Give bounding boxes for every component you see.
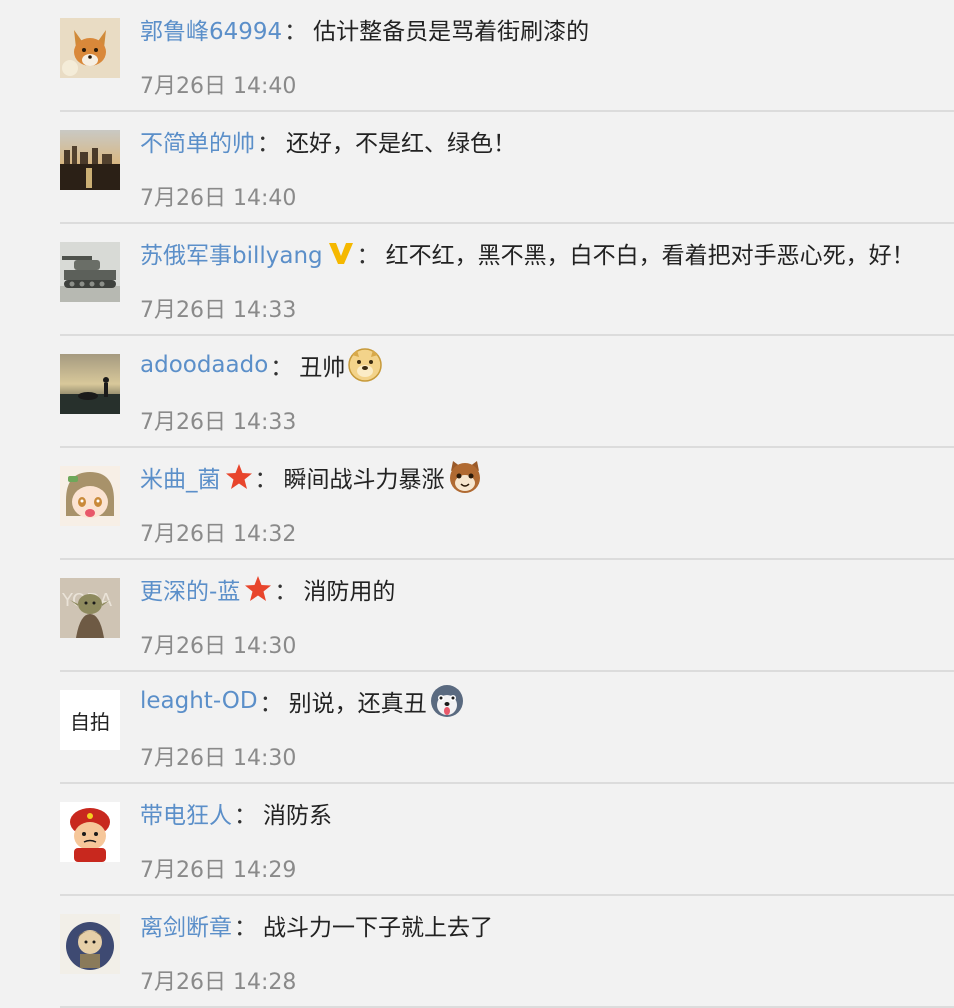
fox-avatar-icon	[60, 18, 120, 78]
comment-timestamp: 7月26日 14:33	[140, 410, 297, 435]
comment-item: 离剑断章 ： 战斗力一下子就上去了 7月26日 14:28	[0, 896, 954, 1008]
user-avatar[interactable]: YODA	[60, 578, 120, 638]
comment-text: 消防用的	[303, 579, 396, 605]
comment-item: 自拍 leaght-OD ： 别说，还真丑 7月26日 14:30	[0, 672, 954, 784]
comment-list: 郭鲁峰64994 ： 估计整备员是骂着街刷漆的 7月26日 14:40 不简单的…	[0, 0, 954, 1008]
comment-item: 米曲_菌 ： 瞬间战斗力暴涨 7月26日 14:32	[0, 448, 954, 560]
user-avatar[interactable]	[60, 914, 120, 974]
username-link[interactable]: 更深的-蓝	[140, 572, 240, 606]
username-link[interactable]: 郭鲁峰64994	[140, 12, 282, 46]
comment-timestamp: 7月26日 14:40	[140, 74, 297, 99]
silhouette-sunset-avatar-icon	[60, 354, 120, 414]
username-link[interactable]: 离剑断章	[140, 908, 232, 942]
comment-text: 估计整备员是骂着街刷漆的	[313, 19, 590, 45]
knight-avatar-icon	[60, 914, 120, 974]
user-avatar[interactable]	[60, 466, 120, 526]
user-avatar[interactable]	[60, 354, 120, 414]
comment-item: 带电狂人 ： 消防系 7月26日 14:29	[0, 784, 954, 896]
cartoon-soldier-avatar-icon	[60, 802, 120, 862]
comment-timestamp: 7月26日 14:32	[140, 522, 297, 547]
verified-v-icon	[327, 239, 355, 267]
comment-text: 消防系	[263, 803, 332, 829]
username-link[interactable]: adoodaado	[140, 352, 268, 378]
comment-item: 苏俄军事billyang ： 红不红，黑不黑，白不白，看着把对手恶心死，好！ 7…	[0, 224, 954, 336]
comment-timestamp: 7月26日 14:29	[140, 858, 297, 883]
cat-emoji-icon	[447, 459, 483, 495]
avatar-text: 自拍	[70, 709, 110, 734]
username-link[interactable]: 苏俄军事billyang	[140, 236, 323, 270]
star-badge-icon	[225, 463, 253, 491]
comment-timestamp: 7月26日 14:40	[140, 186, 297, 211]
user-avatar[interactable]: 自拍	[60, 690, 120, 750]
yoda-avatar-icon: YODA	[60, 578, 120, 638]
comment-text: 瞬间战斗力暴涨	[283, 467, 445, 493]
comment-text: 丑帅	[299, 355, 346, 381]
username-link[interactable]: 带电狂人	[140, 796, 232, 830]
user-avatar[interactable]	[60, 802, 120, 862]
user-avatar[interactable]	[60, 18, 120, 78]
comment-text: 还好，不是红、绿色！	[286, 131, 516, 157]
username-link[interactable]: 米曲_菌	[140, 460, 221, 494]
husky-emoji-icon	[429, 683, 465, 719]
user-avatar[interactable]	[60, 130, 120, 190]
comment-timestamp: 7月26日 14:28	[140, 970, 297, 995]
user-avatar[interactable]	[60, 242, 120, 302]
city-sunset-avatar-icon	[60, 130, 120, 190]
comment-text: 红不红，黑不黑，白不白，看着把对手恶心死，好！	[385, 243, 915, 269]
anime-girl-avatar-icon	[60, 466, 120, 526]
comment-item: adoodaado ： 丑帅 7月26日 14:33	[0, 336, 954, 448]
comment-timestamp: 7月26日 14:33	[140, 298, 297, 323]
comment-item: YODA 更深的-蓝 ： 消防用的 7月26日 14:30	[0, 560, 954, 672]
username-link[interactable]: leaght-OD	[140, 688, 258, 714]
comment-timestamp: 7月26日 14:30	[140, 634, 297, 659]
username-link[interactable]: 不简单的帅	[140, 124, 255, 158]
tank-avatar-icon	[60, 242, 120, 302]
doge-emoji-icon	[347, 347, 383, 383]
comment-text: 别说，还真丑	[288, 691, 427, 717]
comment-text: 战斗力一下子就上去了	[263, 915, 493, 941]
comment-timestamp: 7月26日 14:30	[140, 746, 297, 771]
comment-item: 郭鲁峰64994 ： 估计整备员是骂着街刷漆的 7月26日 14:40	[0, 0, 954, 112]
star-badge-icon	[244, 575, 272, 603]
comment-item: 不简单的帅 ： 还好，不是红、绿色！ 7月26日 14:40	[0, 112, 954, 224]
